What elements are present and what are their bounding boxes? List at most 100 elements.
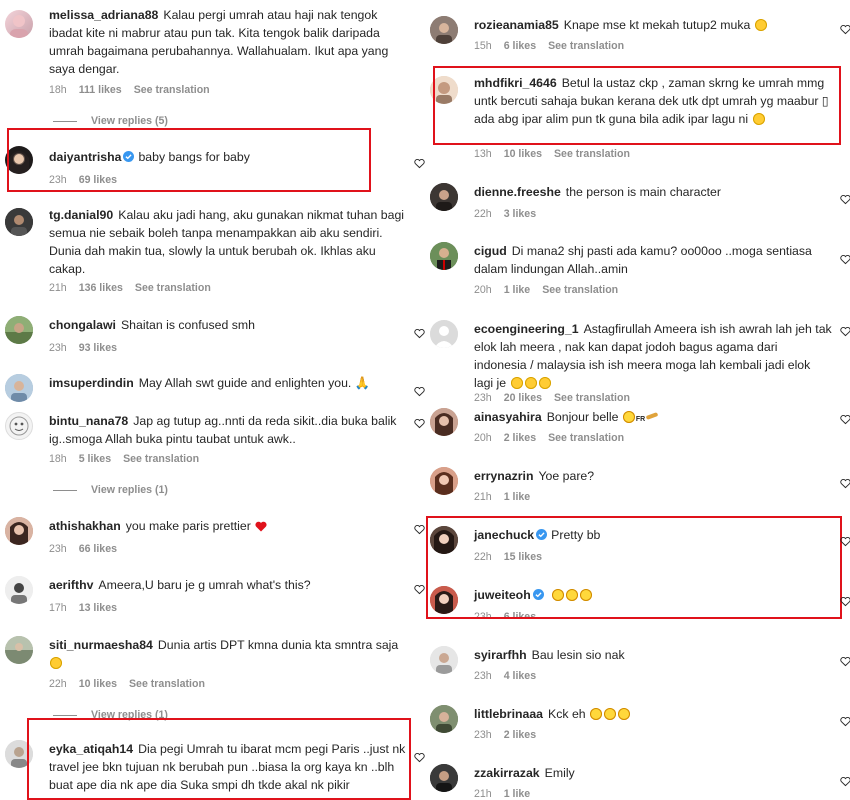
comment-likes[interactable]: 2 likes [504, 729, 536, 741]
heart-outline-icon[interactable] [840, 414, 850, 425]
comment-username[interactable]: athishakhan [49, 519, 121, 533]
comment-likes[interactable]: 5 likes [79, 453, 111, 465]
view-replies-button[interactable]: View replies (1) [53, 484, 168, 496]
comment-likes[interactable]: 3 likes [504, 208, 536, 220]
heart-outline-icon[interactable] [840, 326, 850, 337]
avatar[interactable] [5, 636, 33, 664]
comment-time: 13h [474, 148, 492, 160]
heart-outline-icon[interactable] [840, 656, 850, 667]
heart-outline-icon[interactable] [414, 328, 425, 339]
avatar[interactable] [430, 16, 458, 44]
left-comments-column: melissa_adriana88 Kalau pergi umrah atau … [0, 0, 425, 800]
comment-username[interactable]: imsuperdindin [49, 376, 134, 390]
avatar-image [430, 16, 458, 44]
see-translation-link[interactable]: See translation [542, 284, 618, 296]
comment-username[interactable]: ainasyahira [474, 410, 542, 424]
laughing-emoji-icon [50, 657, 62, 669]
comment-likes[interactable]: 20 likes [504, 392, 542, 401]
see-translation-link[interactable]: See translation [123, 453, 199, 465]
heart-outline-icon[interactable] [414, 158, 425, 169]
comment-meta: 23h 66 likes [49, 543, 129, 555]
see-translation-link[interactable]: See translation [554, 392, 630, 401]
comment-likes[interactable]: 136 likes [79, 282, 123, 294]
comment-time: 21h [49, 282, 67, 294]
comment-likes[interactable]: 10 likes [504, 148, 542, 160]
comment-username[interactable]: littlebrinaaa [474, 707, 543, 721]
comment-username[interactable]: aerifthv [49, 578, 93, 592]
heart-outline-icon[interactable] [840, 194, 850, 205]
comment-username[interactable]: errynazrin [474, 469, 533, 483]
heart-outline-icon[interactable] [840, 254, 850, 265]
avatar[interactable] [5, 517, 33, 545]
heart-outline-icon[interactable] [414, 752, 425, 763]
comment-likes[interactable]: 66 likes [79, 543, 117, 555]
comment-username[interactable]: melissa_adriana88 [49, 8, 158, 22]
comment-text: errynazrin Yoe pare? [474, 467, 834, 485]
heart-outline-icon[interactable] [840, 536, 850, 547]
see-translation-link[interactable]: See translation [129, 678, 205, 690]
comment-likes[interactable]: 1 like [504, 788, 531, 800]
avatar[interactable] [430, 183, 458, 211]
comment-username[interactable]: syirarfhh [474, 648, 527, 662]
sad-emoji-icon [524, 377, 537, 389]
comment-likes[interactable]: 1 like [504, 491, 531, 503]
avatar[interactable] [430, 408, 458, 436]
comment-likes[interactable]: 6 likes [504, 40, 536, 52]
comment-username[interactable]: dienne.freeshe [474, 185, 561, 199]
avatar-image [430, 764, 458, 792]
comment-likes[interactable]: 13 likes [79, 602, 117, 614]
comment-likes[interactable]: 1 like [504, 284, 531, 296]
avatar[interactable] [430, 705, 458, 733]
comment-username[interactable]: ecoengineering_1 [474, 322, 579, 336]
comment-meta: 20h 1 like See translation [474, 284, 630, 296]
heart-outline-icon[interactable] [414, 418, 425, 429]
comment-username[interactable]: chongalawi [49, 318, 116, 332]
comment-meta: 23h 2 likes [474, 729, 548, 741]
comment-time: 22h [474, 208, 492, 220]
comment-username[interactable]: rozieanamia85 [474, 18, 559, 32]
avatar[interactable] [5, 374, 33, 402]
comment-username[interactable]: zzakirrazak [474, 766, 540, 780]
comment-username[interactable]: cigud [474, 244, 507, 258]
comment-body: Shaitan is confused smh [120, 318, 255, 332]
comment-likes[interactable]: 2 likes [504, 432, 536, 444]
heart-outline-icon[interactable] [840, 776, 850, 787]
avatar[interactable] [5, 412, 33, 440]
heart-outline-icon[interactable] [840, 478, 850, 489]
avatar[interactable] [430, 764, 458, 792]
heart-outline-icon[interactable] [840, 596, 850, 607]
comment-time: 17h [49, 602, 67, 614]
avatar[interactable] [5, 208, 33, 236]
see-translation-link[interactable]: See translation [134, 84, 210, 96]
avatar[interactable] [5, 10, 33, 38]
avatar-image [430, 646, 458, 674]
heart-outline-icon[interactable] [414, 524, 425, 535]
avatar-image [5, 316, 33, 344]
comment-username[interactable]: tg.danial90 [49, 208, 113, 222]
see-translation-link[interactable]: See translation [554, 148, 630, 160]
avatar[interactable] [430, 467, 458, 495]
comment-likes[interactable]: 93 likes [79, 342, 117, 354]
avatar[interactable] [5, 576, 33, 604]
see-translation-link[interactable]: See translation [135, 282, 211, 294]
heart-outline-icon[interactable] [840, 716, 850, 727]
see-translation-link[interactable]: See translation [548, 432, 624, 444]
heart-outline-icon[interactable] [414, 386, 425, 397]
heart-outline-icon[interactable] [840, 24, 850, 35]
comment-username[interactable]: bintu_nana78 [49, 414, 128, 428]
avatar[interactable] [430, 242, 458, 270]
avatar[interactable] [430, 320, 458, 348]
comment-likes[interactable]: 4 likes [504, 670, 536, 682]
see-translation-link[interactable]: See translation [548, 40, 624, 52]
comment-meta: 22h 3 likes [474, 208, 548, 220]
comment-username[interactable]: siti_nurmaesha84 [49, 638, 153, 652]
view-replies-button[interactable]: View replies (5) [53, 115, 168, 127]
comment-likes[interactable]: 111 likes [79, 84, 122, 96]
comment-meta: 23h 20 likes See translation [474, 392, 642, 401]
heart-outline-icon[interactable] [414, 584, 425, 595]
avatar[interactable] [5, 316, 33, 344]
avatar[interactable] [430, 646, 458, 674]
baguette-emoji-icon [646, 412, 659, 420]
divider-line [53, 489, 77, 491]
comment-likes[interactable]: 10 likes [79, 678, 117, 690]
